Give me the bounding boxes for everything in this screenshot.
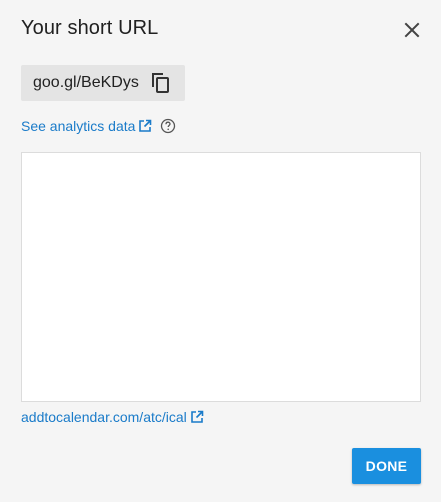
preview-frame [21,152,421,402]
analytics-row: See analytics data [21,117,176,135]
short-url-dialog: Your short URL goo.gl/BeKDys See analyti… [0,0,441,502]
target-url-row: addtocalendar.com/atc/ical [21,408,204,426]
copy-icon [151,72,171,94]
see-analytics-link[interactable]: See analytics data [21,118,135,134]
external-link-icon[interactable] [138,119,152,133]
done-button[interactable]: DONE [352,448,421,484]
target-url-link[interactable]: addtocalendar.com/atc/ical [21,409,187,425]
close-icon [404,22,420,38]
close-button[interactable] [402,20,422,40]
short-url-chip[interactable]: goo.gl/BeKDys [21,65,185,101]
copy-button[interactable] [149,71,173,95]
short-url-text[interactable]: goo.gl/BeKDys [33,74,139,92]
external-link-icon[interactable] [190,410,204,424]
help-circle-icon[interactable] [160,118,176,134]
dialog-title: Your short URL [21,17,159,39]
